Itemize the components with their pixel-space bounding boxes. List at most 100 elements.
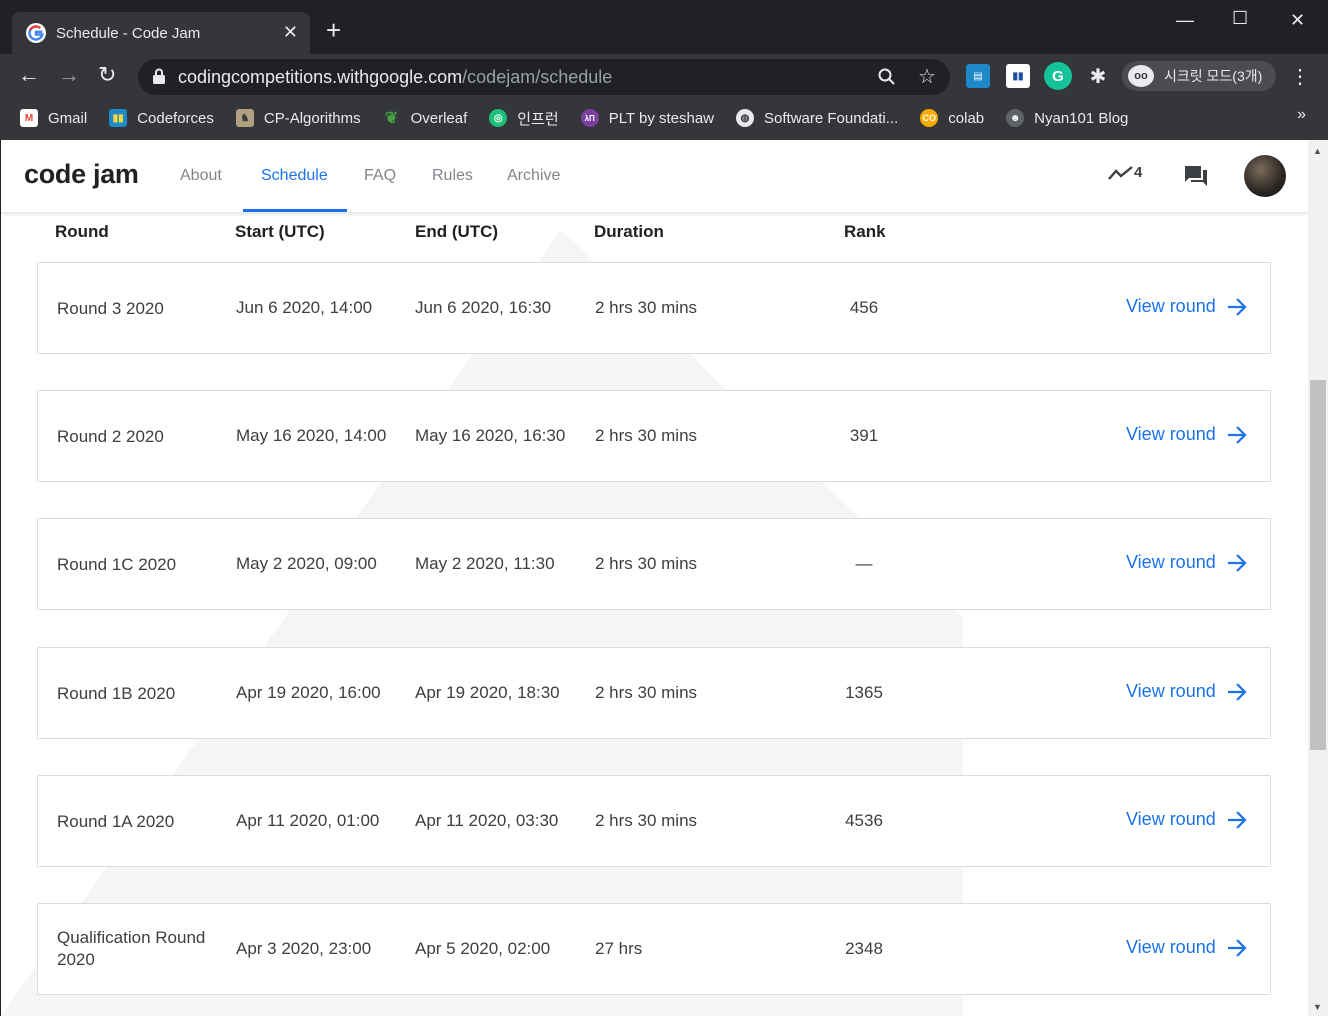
- title-bar: Schedule - Code Jam ✕ + — ☐ ✕: [0, 0, 1328, 54]
- view-round-link[interactable]: View round: [1126, 681, 1248, 702]
- arrow-right-icon: [1227, 938, 1247, 957]
- view-round-label: View round: [1126, 296, 1216, 316]
- header-end: End (UTC): [415, 222, 499, 241]
- overleaf-icon: ❦: [384, 110, 399, 127]
- round-name: Round 3 2020: [57, 299, 164, 318]
- user-avatar[interactable]: [1244, 155, 1286, 197]
- tab-title: Schedule - Code Jam: [56, 24, 201, 42]
- scrollbar[interactable]: ▲ ▼: [1308, 140, 1328, 1016]
- grammarly-icon[interactable]: G: [1044, 62, 1072, 90]
- bookmark-colab[interactable]: CO colab: [920, 109, 984, 127]
- bookmark-software-foundations[interactable]: ◍ Software Foundati...: [736, 109, 898, 127]
- nyan-icon: ☻: [1006, 109, 1025, 127]
- nav-faq[interactable]: FAQ: [364, 167, 396, 185]
- codeforces-icon: ▮▮: [109, 109, 128, 127]
- chart-extension-icon[interactable]: ▮▮: [1006, 64, 1030, 88]
- trending-count: 4: [1134, 164, 1143, 181]
- trending-button[interactable]: 4: [1108, 164, 1142, 181]
- nav-schedule[interactable]: Schedule: [261, 167, 328, 185]
- window-close-icon[interactable]: ✕: [1290, 10, 1305, 31]
- menu-kebab-icon[interactable]: ⋮: [1288, 64, 1312, 88]
- round-name: Round 1C 2020: [57, 555, 177, 574]
- bookmark-gmail[interactable]: M Gmail: [20, 109, 87, 127]
- view-round-label: View round: [1126, 937, 1216, 957]
- bookmark-star-icon[interactable]: ☆: [918, 64, 936, 89]
- nav-about[interactable]: About: [180, 167, 222, 185]
- view-round-link[interactable]: View round: [1126, 296, 1248, 317]
- view-round-label: View round: [1126, 552, 1216, 572]
- nav-rules[interactable]: Rules: [432, 167, 473, 185]
- inflearn-icon: ◎: [489, 109, 508, 127]
- forward-icon[interactable]: →: [58, 64, 80, 86]
- view-round-link[interactable]: View round: [1126, 552, 1248, 573]
- maximize-icon[interactable]: ☐: [1232, 8, 1248, 29]
- extensions-puzzle-icon[interactable]: ✱: [1086, 64, 1110, 88]
- bookmark-plt[interactable]: λΠ PLT by steshaw: [580, 109, 714, 127]
- view-round-link[interactable]: View round: [1126, 937, 1248, 958]
- reload-icon[interactable]: ↻: [98, 64, 116, 86]
- header-rank: Rank: [844, 222, 886, 241]
- round-end: Apr 5 2020, 02:00: [415, 939, 551, 958]
- arrow-right-icon: [1227, 553, 1247, 572]
- code-jam-logo[interactable]: code jam: [24, 159, 139, 190]
- round-duration: 2 hrs 30 mins: [595, 811, 698, 830]
- round-start: Apr 11 2020, 01:00: [236, 811, 380, 830]
- google-icon: [26, 23, 46, 43]
- bookmark-nyan101[interactable]: ☻ Nyan101 Blog: [1006, 109, 1128, 127]
- round-rank: 2348: [845, 939, 883, 958]
- nav-archive[interactable]: Archive: [507, 167, 560, 185]
- round-start: Apr 3 2020, 23:00: [236, 939, 372, 958]
- bookmarks-more-icon[interactable]: »: [1297, 106, 1306, 124]
- trending-icon: [1108, 165, 1133, 180]
- browser-tab[interactable]: Schedule - Code Jam ✕: [12, 12, 310, 54]
- zoom-search-icon[interactable]: [878, 68, 896, 86]
- new-tab-button[interactable]: +: [326, 17, 341, 43]
- round-row: Round 2 2020 May 16 2020, 14:00 May 16 202…: [37, 390, 1271, 482]
- bookmark-overleaf[interactable]: ❦ Overleaf: [383, 109, 467, 128]
- back-icon[interactable]: ←: [18, 64, 40, 86]
- forum-icon[interactable]: [1183, 164, 1209, 188]
- round-end: May 16 2020, 16:30: [415, 426, 566, 445]
- round-name: Round 1B 2020: [57, 684, 176, 703]
- page-content: code jam About Schedule FAQ Rules Archiv…: [1, 140, 1308, 1016]
- round-start: Jun 6 2020, 14:00: [236, 298, 373, 317]
- lock-icon: [153, 68, 165, 84]
- dictionary-extension-icon[interactable]: ▤: [966, 64, 990, 88]
- round-rank: 391: [849, 426, 879, 445]
- round-rank: 4536: [845, 811, 883, 830]
- plt-icon: λΠ: [580, 109, 599, 127]
- bookmark-inflearn[interactable]: ◎ 인프런: [489, 108, 559, 129]
- incognito-badge[interactable]: oo 시크릿 모드(3개): [1122, 61, 1276, 91]
- scrollbar-thumb[interactable]: [1310, 380, 1326, 750]
- app-header: code jam About Schedule FAQ Rules Archiv…: [1, 140, 1308, 212]
- bookmark-codeforces[interactable]: ▮▮ Codeforces: [109, 109, 214, 127]
- round-name: Qualification Round 2020: [57, 928, 206, 969]
- scroll-down-icon[interactable]: ▼: [1313, 1002, 1322, 1012]
- round-duration: 2 hrs 30 mins: [595, 554, 698, 573]
- round-duration: 27 hrs: [595, 939, 643, 958]
- scroll-up-icon[interactable]: ▲: [1313, 146, 1322, 156]
- view-round-label: View round: [1126, 809, 1216, 829]
- round-rank: 456: [849, 298, 879, 317]
- round-row: Round 1C 2020 May 2 2020, 09:00 May 2 2020…: [37, 518, 1271, 610]
- round-duration: 2 hrs 30 mins: [595, 683, 698, 702]
- colab-icon: CO: [920, 109, 939, 127]
- url-host: codingcompetitions.withgoogle.com: [178, 66, 463, 87]
- round-row: Qualification Round 2020 Apr 3 2020, 23:0…: [37, 903, 1271, 995]
- round-duration: 2 hrs 30 mins: [595, 298, 698, 317]
- round-rank: 1365: [845, 683, 883, 702]
- address-bar[interactable]: codingcompetitions.withgoogle.com/codeja…: [138, 59, 950, 95]
- minimize-icon[interactable]: —: [1176, 10, 1194, 31]
- round-row: Round 3 2020 Jun 6 2020, 14:00 Jun 6 2020,…: [37, 262, 1271, 354]
- round-start: May 16 2020, 14:00: [236, 426, 387, 445]
- round-name: Round 1A 2020: [57, 812, 175, 831]
- round-start: May 2 2020, 09:00: [236, 554, 377, 573]
- bookmark-cp-algorithms[interactable]: ♞ CP-Algorithms: [235, 109, 361, 127]
- view-round-link[interactable]: View round: [1126, 809, 1248, 830]
- browser-chrome: Schedule - Code Jam ✕ + — ☐ ✕ ← → ↻ codi…: [0, 0, 1328, 140]
- view-round-link[interactable]: View round: [1126, 424, 1248, 445]
- header-start: Start (UTC): [235, 222, 325, 241]
- header-round: Round: [55, 222, 109, 241]
- close-tab-icon[interactable]: ✕: [283, 22, 298, 43]
- round-rank: —: [855, 554, 873, 573]
